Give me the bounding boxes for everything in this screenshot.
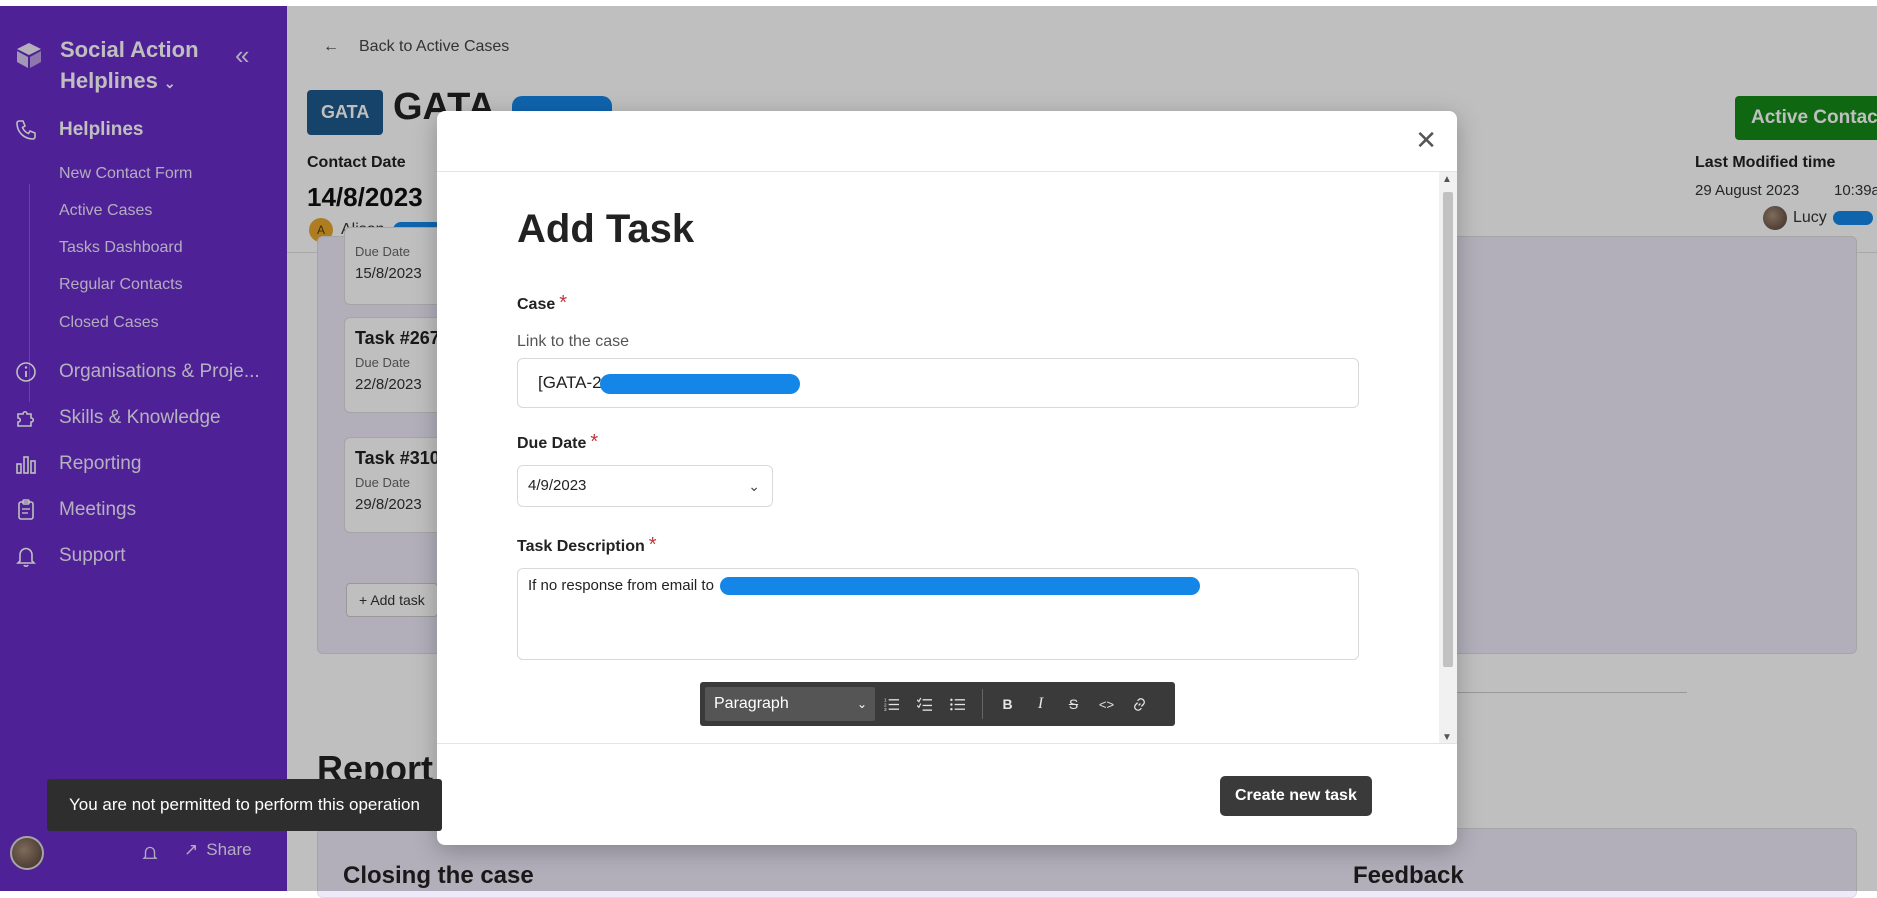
scroll-up-icon[interactable]: ▲: [1442, 174, 1452, 185]
ordered-list-icon[interactable]: 123: [875, 687, 908, 721]
modal-body: Add Task Case * Link to the case [GATA-2 …: [437, 172, 1437, 743]
modal-footer-divider: [437, 743, 1457, 744]
block-type-select[interactable]: Paragraph ⌄: [705, 687, 875, 721]
add-task-modal: ✕ Add Task Case * Link to the case [GATA-…: [437, 111, 1457, 845]
link-icon[interactable]: [1123, 687, 1156, 721]
required-marker: *: [648, 534, 657, 556]
italic-icon[interactable]: I: [1024, 687, 1057, 721]
strikethrough-icon[interactable]: S: [1057, 687, 1090, 721]
case-input-value: [GATA-2: [538, 373, 602, 392]
error-toast: You are not permitted to perform this op…: [47, 779, 442, 831]
task-description-editor[interactable]: If no response from email to: [517, 568, 1359, 660]
case-input[interactable]: [GATA-2: [517, 358, 1359, 408]
checklist-icon[interactable]: [908, 687, 941, 721]
due-date-value: 4/9/2023: [528, 477, 587, 494]
svg-text:3: 3: [884, 707, 887, 712]
scroll-down-icon[interactable]: ▼: [1442, 732, 1452, 743]
bold-icon[interactable]: B: [991, 687, 1024, 721]
due-date-select[interactable]: 4/9/2023 ⌄: [517, 465, 773, 507]
modal-scrollbar[interactable]: ▲ ▼: [1439, 172, 1457, 743]
due-date-label-text: Due Date: [517, 435, 587, 452]
close-icon[interactable]: ✕: [1415, 127, 1437, 153]
due-date-label: Due Date *: [517, 431, 598, 454]
case-field-help: Link to the case: [517, 333, 630, 350]
block-type-value: Paragraph: [714, 695, 789, 712]
rich-text-toolbar: Paragraph ⌄ 123 B I S <>: [700, 682, 1175, 726]
redaction-mark: [600, 373, 801, 394]
task-description-label-text: Task Description: [517, 538, 645, 555]
task-description-label: Task Description *: [517, 534, 657, 557]
chevron-down-icon: ⌄: [856, 697, 867, 711]
redaction-mark: [720, 577, 1201, 596]
bullet-list-icon[interactable]: [941, 687, 974, 721]
modal-title: Add Task: [517, 207, 695, 251]
chevron-down-icon: ⌄: [748, 478, 760, 494]
task-description-text: If no response from email to: [528, 577, 714, 594]
required-marker: *: [590, 431, 599, 453]
scrollbar-thumb[interactable]: [1443, 192, 1453, 667]
create-task-button[interactable]: Create new task: [1220, 776, 1372, 816]
toolbar-separator: [982, 689, 983, 719]
case-label-text: Case: [517, 296, 556, 313]
code-icon[interactable]: <>: [1090, 687, 1123, 721]
required-marker: *: [559, 292, 568, 314]
case-field-label: Case *: [517, 292, 567, 315]
